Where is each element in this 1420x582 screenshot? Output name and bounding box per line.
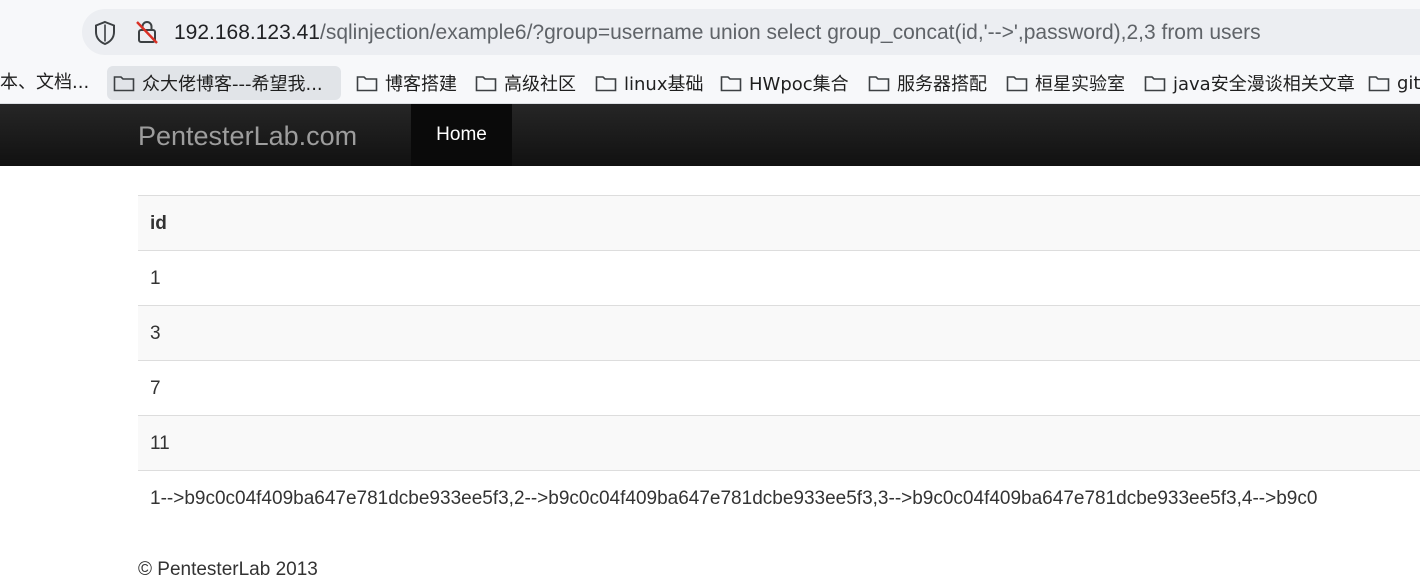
- nav-home-link[interactable]: Home: [411, 104, 512, 166]
- browser-toolbar: 192.168.123.41/sqlinjection/example6/?gr…: [0, 0, 1420, 62]
- bookmark-folder[interactable]: HWpoc集合: [714, 66, 855, 100]
- bookmark-folder[interactable]: git: [1362, 66, 1420, 100]
- table-row: 3: [138, 305, 1420, 360]
- bookmark-label: 众大佬博客---希望我...: [142, 74, 323, 95]
- bookmark-folder[interactable]: 桓星实验室: [1000, 66, 1131, 100]
- bookmark-label: linux基础: [624, 74, 704, 95]
- footer-copyright: © PentesterLab 2013: [138, 559, 318, 580]
- bookmark-folder[interactable]: linux基础: [589, 66, 709, 100]
- table-header-id: id: [138, 195, 1420, 250]
- not-secure-lock-icon[interactable]: [134, 19, 160, 45]
- bookmarks-bar: 本、文档... 众大佬博客---希望我... 博客搭建 高级社区 linux基础…: [0, 62, 1420, 104]
- folder-icon: [1006, 76, 1028, 92]
- bookmark-label: 博客搭建: [385, 74, 457, 95]
- folder-icon: [595, 76, 617, 92]
- bookmark-folder[interactable]: 博客搭建: [350, 66, 463, 100]
- table-row: 7: [138, 360, 1420, 415]
- table-row-injected-result: 1-->b9c0c04f409ba647e781dcbe933ee5f3,2--…: [138, 470, 1420, 525]
- table-row: 1: [138, 250, 1420, 305]
- bookmark-label: 高级社区: [504, 74, 576, 95]
- bookmark-label: java安全漫谈相关文章: [1173, 74, 1355, 95]
- bookmark-folder[interactable]: 众大佬博客---希望我...: [107, 66, 341, 100]
- bookmark-folder[interactable]: java安全漫谈相关文章: [1138, 66, 1361, 100]
- bookmark-folder[interactable]: 服务器搭配: [862, 66, 993, 100]
- site-navbar: PentesterLab.com Home: [0, 104, 1420, 166]
- url-path: /sqlinjection/example6/?group=username u…: [319, 21, 1261, 44]
- folder-icon: [356, 76, 378, 92]
- bookmark-label: HWpoc集合: [749, 74, 849, 95]
- folder-icon: [475, 76, 497, 92]
- results-table: id 1 3 7 11 1-->b9c0c04f409ba647e781dcbe…: [138, 195, 1420, 525]
- bookmark-folder[interactable]: 高级社区: [469, 66, 582, 100]
- folder-icon: [868, 76, 890, 92]
- bookmark-label: 桓星实验室: [1035, 74, 1125, 95]
- folder-icon: [1368, 76, 1390, 92]
- folder-icon: [1144, 76, 1166, 92]
- bookmark-label: git: [1397, 72, 1420, 94]
- folder-icon: [113, 76, 135, 92]
- folder-icon: [720, 76, 742, 92]
- url-host: 192.168.123.41: [174, 21, 320, 44]
- bookmark-truncated-item[interactable]: 本、文档...: [0, 72, 89, 94]
- table-row: 11: [138, 415, 1420, 470]
- url-text[interactable]: 192.168.123.41/sqlinjection/example6/?gr…: [174, 20, 1261, 46]
- brand-link[interactable]: PentesterLab.com: [138, 121, 357, 151]
- shield-icon[interactable]: [92, 20, 118, 46]
- bookmark-label: 服务器搭配: [897, 74, 987, 95]
